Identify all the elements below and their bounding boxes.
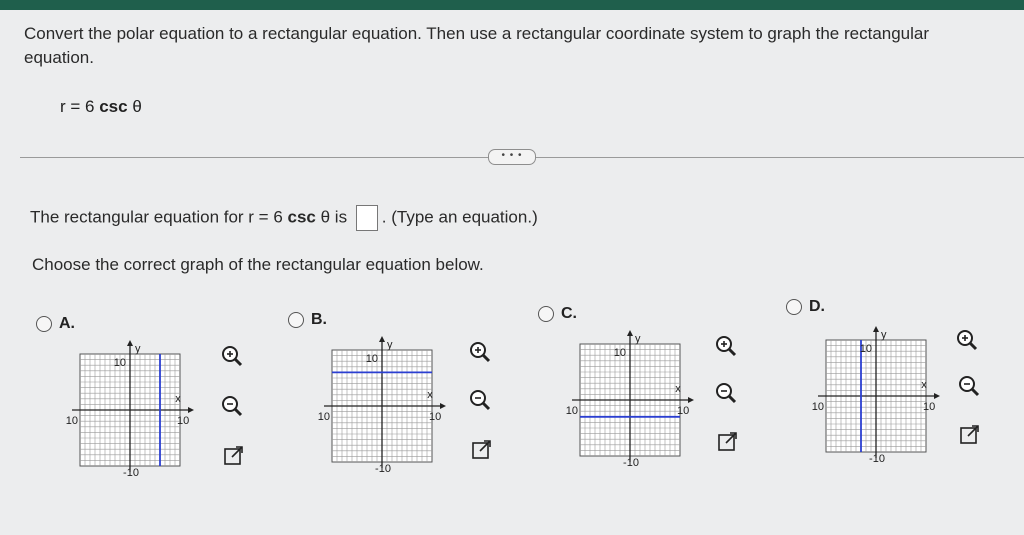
polar-equation: r = 6 csc θ xyxy=(60,97,142,117)
y-axis-label: y xyxy=(881,329,887,341)
option-a[interactable]: A. xyxy=(36,315,75,333)
tick-label-top: 10 xyxy=(366,353,378,365)
tick-label-bottom: -10 xyxy=(869,453,885,464)
tick-label-right: 10 xyxy=(429,411,441,423)
x-axis-label: x xyxy=(921,379,927,391)
tick-label-right: 10 xyxy=(177,415,189,427)
popout-icon[interactable] xyxy=(470,438,494,462)
y-axis-label: y xyxy=(635,333,641,345)
tick-label-top: 10 xyxy=(114,357,126,369)
popout-icon[interactable] xyxy=(958,423,982,447)
graph-b: y x 10 -10 -10 10 xyxy=(318,336,446,474)
x-axis-arrow xyxy=(440,403,446,409)
x-axis-arrow xyxy=(934,393,940,399)
tick-label-left: -10 xyxy=(318,411,330,423)
question-part1: The rectangular equation for r = 6 xyxy=(30,207,288,227)
instructions-text: Convert the polar equation to a rectangu… xyxy=(24,24,930,67)
equation-suffix: θ xyxy=(127,97,142,116)
question-part2: θ is xyxy=(315,207,352,227)
choose-prompt: Choose the correct graph of the rectangu… xyxy=(32,255,484,274)
question-part3: . (Type an equation.) xyxy=(381,207,538,227)
zoom-in-icon[interactable] xyxy=(714,334,738,358)
zoom-out-icon[interactable] xyxy=(468,388,492,412)
x-axis-label: x xyxy=(427,389,433,401)
option-b-label: B. xyxy=(311,311,327,328)
y-axis-arrow xyxy=(873,326,879,332)
tick-label-bottom: -10 xyxy=(375,463,391,474)
tick-label-top: 10 xyxy=(614,347,626,359)
y-axis-arrow xyxy=(127,340,133,346)
tick-label-right: 10 xyxy=(923,401,935,413)
zoom-out-icon[interactable] xyxy=(714,381,738,405)
question-text: The rectangular equation for r = 6 csc θ… xyxy=(30,205,538,231)
answer-input[interactable] xyxy=(355,205,378,231)
x-axis-label: x xyxy=(675,383,681,395)
x-axis-label: x xyxy=(175,393,181,405)
popout-icon[interactable] xyxy=(716,430,740,454)
y-axis-label: y xyxy=(135,343,141,355)
option-c-label: C. xyxy=(561,305,577,322)
y-axis-label: y xyxy=(387,339,393,351)
tick-label-right: 10 xyxy=(677,405,689,417)
question-func: csc xyxy=(287,207,316,227)
zoom-in-icon[interactable] xyxy=(220,344,244,368)
tick-label-top: 10 xyxy=(860,343,872,355)
popout-icon[interactable] xyxy=(222,444,246,468)
zoom-out-icon[interactable] xyxy=(220,394,244,418)
x-axis-arrow xyxy=(188,407,194,413)
option-b[interactable]: B. xyxy=(288,311,327,329)
radio-c[interactable] xyxy=(538,306,554,322)
tick-label-left: -10 xyxy=(566,405,578,417)
graph-c: y x 10 -10 -10 10 xyxy=(566,330,694,468)
option-d-label: D. xyxy=(809,298,825,315)
option-d[interactable]: D. xyxy=(786,298,825,316)
radio-d[interactable] xyxy=(786,299,802,315)
option-a-label: A. xyxy=(59,315,75,332)
graph-a: y x 10 -10 -10 10 xyxy=(66,340,194,478)
x-axis-arrow xyxy=(688,397,694,403)
tick-label-left: -10 xyxy=(66,415,78,427)
equation-prefix: r = 6 xyxy=(60,97,100,116)
graph-d: y x 10 -10 -10 10 xyxy=(812,326,940,464)
y-axis-arrow xyxy=(379,336,385,342)
more-button[interactable]: • • • xyxy=(488,149,536,165)
tick-label-left: -10 xyxy=(812,401,824,413)
zoom-in-icon[interactable] xyxy=(468,340,492,364)
tick-label-bottom: -10 xyxy=(623,457,639,468)
equation-func: csc xyxy=(99,97,128,116)
zoom-out-icon[interactable] xyxy=(957,374,981,398)
y-axis-arrow xyxy=(627,330,633,336)
header-bar xyxy=(0,0,1024,10)
tick-label-bottom: -10 xyxy=(123,467,139,478)
option-c[interactable]: C. xyxy=(538,305,577,323)
zoom-in-icon[interactable] xyxy=(955,328,979,352)
radio-b[interactable] xyxy=(288,312,304,328)
radio-a[interactable] xyxy=(36,316,52,332)
